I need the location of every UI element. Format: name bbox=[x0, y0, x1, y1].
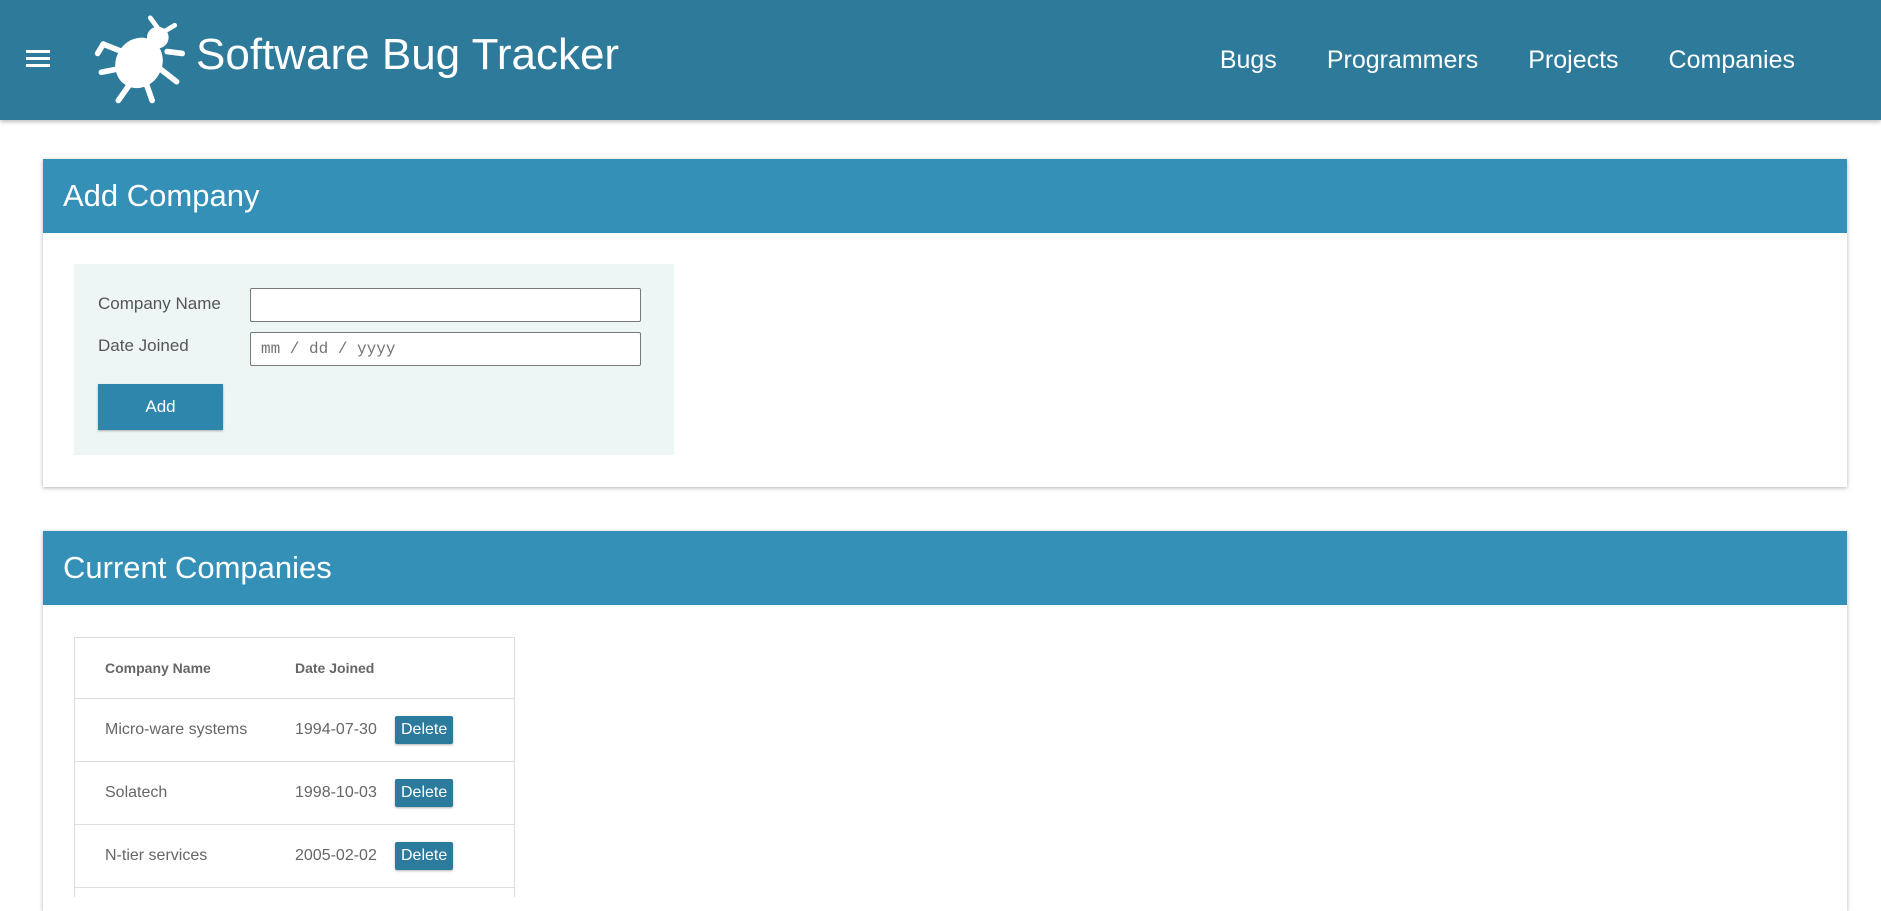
date-joined-cell: 2005-02-02 bbox=[265, 824, 395, 888]
delete-button[interactable]: Delete bbox=[395, 715, 454, 744]
delete-button[interactable]: Delete bbox=[395, 778, 454, 807]
add-company-card: Add Company Company Name Date Joined Add bbox=[43, 159, 1847, 487]
date-joined-cell: 1994-07-30 bbox=[265, 698, 395, 762]
action-cell: Delete bbox=[395, 824, 514, 888]
companies-table: Company Name Date Joined Micro-ware syst… bbox=[74, 637, 515, 897]
company-name-cell: Micro-ware systems bbox=[75, 698, 265, 762]
add-company-title: Add Company bbox=[43, 159, 1847, 233]
action-cell: Delete bbox=[395, 761, 514, 825]
add-button[interactable]: Add bbox=[98, 384, 223, 430]
nav-companies[interactable]: Companies bbox=[1669, 46, 1795, 75]
table-header-row: Company Name Date Joined bbox=[75, 638, 514, 699]
hamburger-menu-icon[interactable] bbox=[26, 50, 52, 72]
table-row: Micro-ware systems 1994-07-30 Delete bbox=[75, 698, 514, 762]
company-name-cell: Solatech bbox=[75, 761, 265, 825]
table-row: Solatech 1998-10-03 Delete bbox=[75, 761, 514, 825]
column-header-actions bbox=[395, 638, 514, 699]
date-joined-cell: 1998-10-03 bbox=[265, 761, 395, 825]
current-companies-title: Current Companies bbox=[43, 531, 1847, 605]
company-name-input[interactable] bbox=[250, 288, 641, 322]
company-name-label: Company Name bbox=[98, 294, 221, 313]
main-nav: Bugs Programmers Projects Companies bbox=[1220, 46, 1795, 75]
action-cell: Delete bbox=[395, 698, 514, 762]
app-title: Software Bug Tracker bbox=[196, 30, 620, 79]
bug-icon bbox=[94, 15, 186, 104]
delete-button[interactable]: Delete bbox=[395, 841, 454, 870]
date-joined-input[interactable] bbox=[250, 332, 641, 366]
column-header-company-name: Company Name bbox=[75, 638, 265, 699]
nav-projects[interactable]: Projects bbox=[1528, 46, 1618, 75]
current-companies-card: Current Companies Company Name Date Join… bbox=[43, 531, 1847, 911]
date-joined-label: Date Joined bbox=[98, 336, 189, 355]
top-app-bar: Software Bug Tracker Bugs Programmers Pr… bbox=[0, 0, 1881, 120]
add-company-form: Company Name Date Joined Add bbox=[74, 264, 674, 455]
nav-programmers[interactable]: Programmers bbox=[1327, 46, 1478, 75]
company-name-cell: N-tier services bbox=[75, 824, 265, 888]
nav-bugs[interactable]: Bugs bbox=[1220, 46, 1277, 75]
table-row: N-tier services 2005-02-02 Delete bbox=[75, 824, 514, 888]
column-header-date-joined: Date Joined bbox=[265, 638, 395, 699]
